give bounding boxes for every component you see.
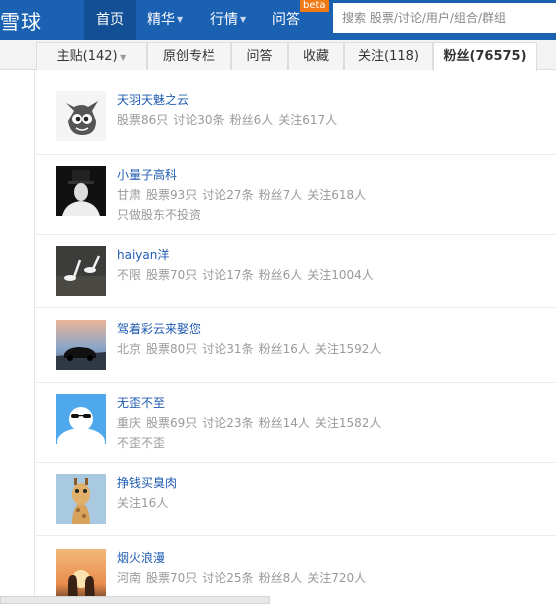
follower-stats: 不限 股票70只 讨论17条 粉丝6人 关注1004人: [117, 266, 379, 283]
follower-stats: 股票86只 讨论30条 粉丝6人 关注617人: [117, 111, 342, 128]
following-count: 关注617人: [278, 113, 338, 127]
follower-stats: 关注16人: [117, 494, 173, 511]
nav-featured-label: 精华: [147, 12, 175, 28]
location: 甘肃: [117, 188, 142, 202]
following-count: 关注1592人: [314, 342, 382, 356]
avatar[interactable]: [56, 394, 106, 444]
tab-qa[interactable]: 问答: [231, 42, 288, 70]
following-count: 关注16人: [117, 496, 169, 510]
nav-market-label: 行情: [210, 12, 238, 28]
following-count: 关注720人: [307, 571, 367, 585]
discussions-count: 讨论25条: [202, 571, 254, 585]
fans-count: 粉丝8人: [258, 571, 303, 585]
location: 河南: [117, 571, 142, 585]
tab-qa-label: 问答: [246, 49, 273, 64]
chevron-down-icon: ▼: [240, 15, 247, 24]
fans-count: 粉丝14人: [258, 416, 310, 430]
follower-name[interactable]: 烟火浪漫: [117, 549, 165, 566]
tab-followers-label: 粉丝(76575): [443, 49, 527, 64]
avatar[interactable]: [56, 474, 106, 524]
follower-name[interactable]: 小量子高科: [117, 166, 177, 183]
chevron-down-icon: ▼: [177, 15, 184, 24]
stocks-count: 股票93只: [146, 188, 198, 202]
tab-following-label: 关注(118): [358, 49, 419, 64]
chevron-down-icon: ▼: [117, 53, 127, 62]
discussions-count: 讨论23条: [202, 416, 254, 430]
follower-name[interactable]: 天羽天魅之云: [117, 91, 189, 108]
location: 北京: [117, 342, 142, 356]
stocks-count: 股票70只: [146, 571, 198, 585]
stocks-count: 股票69只: [146, 416, 198, 430]
tab-posts-label: 主贴(142): [56, 49, 118, 64]
follower-stats: 甘肃 股票93只 讨论27条 粉丝7人 关注618人: [117, 186, 371, 203]
tab-original-columns-label: 原创专栏: [162, 49, 215, 64]
tab-followers[interactable]: 粉丝(76575): [433, 42, 537, 71]
follower-bio: 不歪不歪: [117, 436, 166, 450]
follower-stats: 河南 股票70只 讨论25条 粉丝8人 关注720人: [117, 569, 371, 586]
avatar[interactable]: [56, 320, 106, 370]
follower-name[interactable]: haiyan洋: [117, 246, 169, 263]
stocks-count: 股票86只: [117, 113, 169, 127]
fans-count: 粉丝16人: [258, 342, 310, 356]
nav-qa-label: 问答: [272, 12, 300, 28]
avatar[interactable]: [56, 166, 106, 216]
stocks-count: 股票80只: [146, 342, 198, 356]
discussions-count: 讨论17条: [202, 268, 254, 282]
stocks-count: 股票70只: [146, 268, 198, 282]
nav-market[interactable]: 行情 ▼: [210, 0, 246, 40]
nav-featured[interactable]: 精华 ▼: [147, 0, 183, 40]
following-count: 关注1582人: [314, 416, 382, 430]
follower-name[interactable]: 挣钱买臭肉: [117, 474, 177, 491]
tab-favorites[interactable]: 收藏: [288, 42, 344, 70]
location: 不限: [117, 268, 142, 282]
follower-name[interactable]: 无歪不至: [117, 394, 165, 411]
discussions-count: 讨论27条: [202, 188, 254, 202]
following-count: 关注618人: [307, 188, 367, 202]
follower-item[interactable]: 驾着彩云来娶您 北京 股票80只 讨论31条 粉丝16人 关注1592人: [35, 307, 556, 383]
discussions-count: 讨论31条: [202, 342, 254, 356]
follower-item[interactable]: 小量子高科 甘肃 股票93只 讨论27条 粉丝7人 关注618人 只做股东不投资: [35, 154, 556, 235]
follower-item[interactable]: haiyan洋 不限 股票70只 讨论17条 粉丝6人 关注1004人: [35, 234, 556, 308]
fans-count: 粉丝6人: [258, 268, 303, 282]
follower-bio: 只做股东不投资: [117, 208, 202, 222]
follower-name[interactable]: 驾着彩云来娶您: [117, 320, 201, 337]
tab-favorites-label: 收藏: [302, 49, 329, 64]
beta-badge: beta: [300, 0, 329, 12]
tab-posts[interactable]: 主贴(142) ▼: [36, 42, 147, 70]
nav-home[interactable]: 首页: [84, 0, 136, 40]
tab-original-columns[interactable]: 原创专栏: [147, 42, 231, 70]
tab-following[interactable]: 关注(118): [344, 42, 433, 70]
avatar[interactable]: [56, 246, 106, 296]
fans-count: 粉丝6人: [229, 113, 274, 127]
location: 重庆: [117, 416, 142, 430]
following-count: 关注1004人: [307, 268, 374, 282]
avatar[interactable]: [56, 549, 106, 599]
nav-home-label: 首页: [96, 12, 124, 28]
follower-item[interactable]: 挣钱买臭肉 关注16人: [35, 462, 556, 536]
follower-stats: 北京 股票80只 讨论31条 粉丝16人 关注1592人: [117, 340, 386, 357]
search-input[interactable]: [333, 3, 556, 33]
discussions-count: 讨论30条: [173, 113, 225, 127]
horizontal-scrollbar[interactable]: [0, 596, 270, 604]
avatar[interactable]: [56, 91, 106, 141]
site-logo[interactable]: 雪球: [0, 6, 42, 35]
followers-list: 天羽天魅之云 股票86只 讨论30条 粉丝6人 关注617人 小量子高科 甘肃 股票93…: [34, 70, 556, 604]
follower-item[interactable]: 无歪不至 重庆 股票69只 讨论23条 粉丝14人 关注1582人 不歪不歪: [35, 382, 556, 463]
follower-item[interactable]: 天羽天魅之云 股票86只 讨论30条 粉丝6人 关注617人: [35, 70, 556, 155]
fans-count: 粉丝7人: [258, 188, 303, 202]
follower-stats: 重庆 股票69只 讨论23条 粉丝14人 关注1582人: [117, 414, 386, 431]
top-navigation-bar: 雪球 首页 精华 ▼ 行情 ▼ 问答 beta: [0, 0, 556, 40]
nav-qa[interactable]: 问答: [272, 0, 300, 40]
